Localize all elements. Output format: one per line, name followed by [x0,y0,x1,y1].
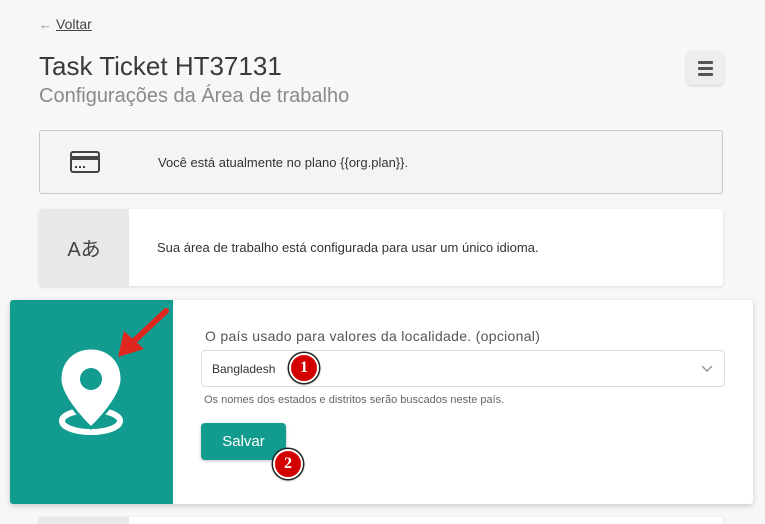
menu-icon [697,60,713,64]
save-button[interactable]: Salvar [201,423,286,460]
language-text: Sua área de trabalho está configurada pa… [157,240,539,255]
country-help-text: Os nomes dos estados e distritos serão b… [204,394,505,406]
language-card: Aあ Sua área de trabalho está configurada… [39,209,723,286]
country-field-label: O país usado para valores da localidade.… [205,328,541,344]
back-link-label[interactable]: Voltar [56,16,92,32]
chevron-down-icon [701,365,713,373]
annotation-badge-2: 2 [273,449,303,479]
country-select-value: Bangladesh [212,361,276,376]
page-title: Task Ticket HT37131 [39,51,282,81]
page-subtitle: Configurações da Área de trabalho [39,85,350,107]
hamburger-menu-button[interactable] [686,51,724,85]
country-select[interactable]: Bangladesh [201,350,725,387]
next-card [39,517,723,524]
back-arrow-icon: ← [39,16,52,32]
credit-card-icon [40,151,130,173]
annotation-badge-1: 1 [289,353,319,383]
translate-icon: Aあ [39,209,129,286]
plan-text: Você está atualmente no plano {{org.plan… [158,154,409,170]
back-link[interactable]: ← Voltar [39,16,92,32]
plan-card: Você está atualmente no plano {{org.plan… [39,130,723,194]
red-arrow-annotation [118,308,169,357]
